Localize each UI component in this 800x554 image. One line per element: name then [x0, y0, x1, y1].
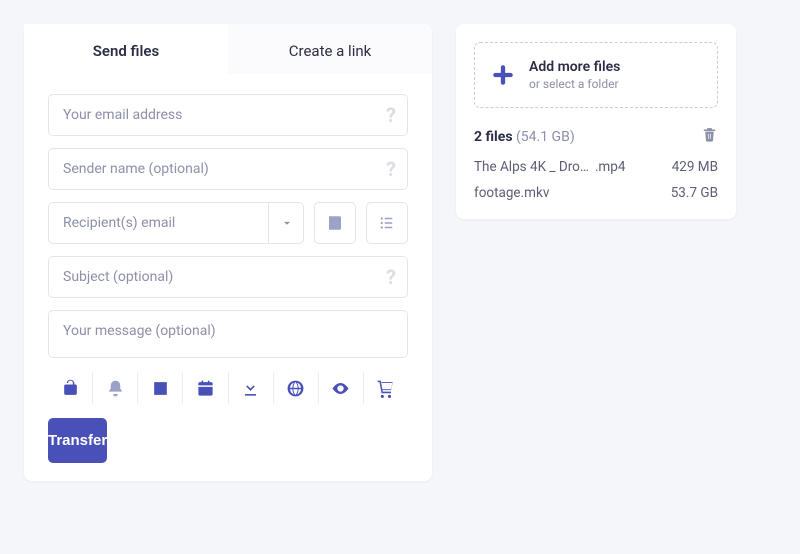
trash-icon: [701, 126, 718, 143]
globe-icon: [286, 379, 305, 398]
file-size: 429 MB: [672, 159, 718, 175]
help-icon[interactable]: ?: [386, 265, 396, 289]
tab-send-files[interactable]: Send files: [24, 24, 228, 74]
tab-create-link[interactable]: Create a link: [228, 24, 432, 74]
image-icon: [151, 379, 170, 398]
preview-button[interactable]: [319, 372, 364, 404]
add-files-dropzone[interactable]: Add more files or select a folder: [474, 42, 718, 108]
send-panel: Send files Create a link ? ?: [24, 24, 432, 481]
address-book-icon: [326, 214, 344, 232]
file-item[interactable]: The Alps 4K _ Dro… .mp4 429 MB: [474, 159, 718, 175]
customize-button[interactable]: [138, 372, 183, 404]
message-field[interactable]: [48, 310, 408, 358]
dropzone-title: Add more files: [529, 59, 620, 75]
unlock-icon: [61, 379, 80, 398]
language-button[interactable]: [274, 372, 319, 404]
file-size: 53.7 GB: [671, 185, 718, 201]
options-toolbar: [24, 358, 432, 404]
recipients-dropdown-toggle[interactable]: [268, 202, 304, 244]
email-field[interactable]: [48, 94, 408, 136]
files-count: 2 files: [474, 129, 513, 145]
bell-icon: [106, 379, 125, 398]
form: ? ? ?: [24, 74, 432, 358]
calendar-icon: [196, 379, 215, 398]
transfer-button[interactable]: Transfer: [48, 418, 107, 463]
recipients-field[interactable]: [48, 202, 304, 244]
eye-icon: [331, 379, 350, 398]
download-options-button[interactable]: [229, 372, 274, 404]
file-ext: .mp4: [595, 159, 626, 175]
sender-name-field[interactable]: [48, 148, 408, 190]
file-list: The Alps 4K _ Dro… .mp4 429 MB footage.m…: [474, 159, 718, 201]
plus-icon: [489, 61, 517, 89]
list-view-button[interactable]: [366, 202, 408, 244]
cart-icon: [376, 379, 395, 398]
list-icon: [378, 214, 396, 232]
schedule-button[interactable]: [183, 372, 228, 404]
files-total-size: (54.1 GB): [516, 129, 575, 145]
files-summary: 2 files (54.1 GB): [474, 126, 718, 147]
help-icon[interactable]: ?: [386, 103, 396, 127]
subject-field[interactable]: [48, 256, 408, 298]
shop-button[interactable]: [364, 372, 408, 404]
password-button[interactable]: [48, 372, 93, 404]
file-basename: The Alps 4K _ Dro…: [474, 159, 589, 175]
address-book-button[interactable]: [314, 202, 356, 244]
files-panel: Add more files or select a folder 2 file…: [456, 24, 736, 219]
help-icon[interactable]: ?: [386, 157, 396, 181]
download-icon: [241, 379, 260, 398]
chevron-down-icon: [280, 216, 294, 230]
clear-all-button[interactable]: [701, 126, 718, 147]
dropzone-subtitle[interactable]: or select a folder: [529, 77, 620, 91]
notify-button[interactable]: [93, 372, 138, 404]
file-basename: footage.mkv: [474, 185, 549, 201]
file-item[interactable]: footage.mkv 53.7 GB: [474, 185, 718, 201]
tabs: Send files Create a link: [24, 24, 432, 74]
